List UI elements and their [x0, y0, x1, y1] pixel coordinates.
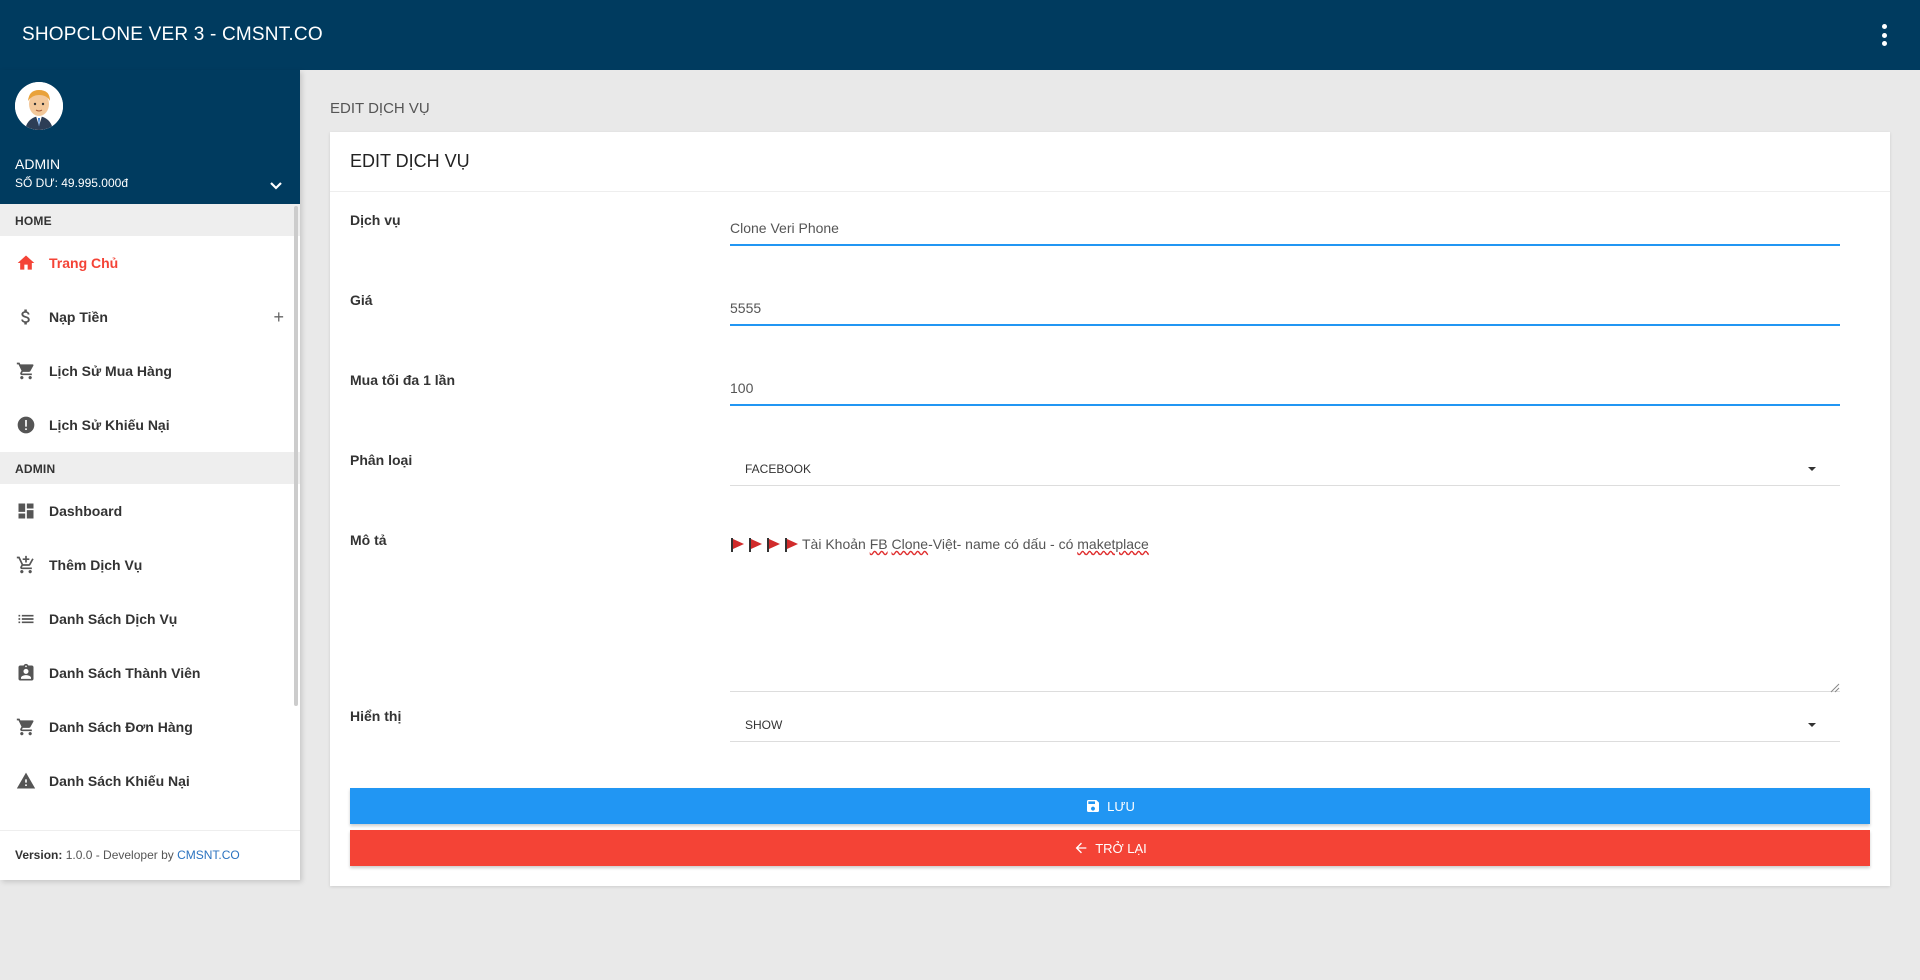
sidebar-item-label: Trang Chủ [49, 255, 119, 271]
home-icon [15, 252, 37, 274]
menu-header-home: HOME [0, 204, 300, 236]
max-buy-input[interactable] [730, 372, 1840, 406]
add-cart-icon [15, 554, 37, 576]
badge-icon [15, 662, 37, 684]
save-icon [1085, 798, 1101, 814]
sidebar-item-deposit[interactable]: Nạp Tiền + [0, 290, 300, 344]
save-button[interactable]: LƯU [350, 788, 1870, 824]
sidebar-item-complaint-list[interactable]: Danh Sách Khiếu Nại [0, 754, 300, 808]
sidebar-item-label: Danh Sách Khiếu Nại [49, 773, 190, 789]
more-vert-icon[interactable] [1880, 24, 1888, 46]
category-label: Phân loại [350, 452, 413, 468]
red-flag-icon [784, 538, 799, 553]
save-button-label: LƯU [1107, 798, 1135, 814]
sidebar-item-home[interactable]: Trang Chủ [0, 236, 300, 290]
warning-icon [15, 770, 37, 792]
display-selected: SHOW [745, 718, 783, 732]
dollar-icon [15, 306, 37, 328]
max-buy-label: Mua tối đa 1 lần [350, 372, 456, 388]
user-balance: SỐ DƯ: 49.995.000đ [15, 176, 128, 190]
red-flag-icon [766, 538, 781, 553]
price-input[interactable] [730, 292, 1840, 326]
app-title[interactable]: SHOPCLONE VER 3 - CMSNT.CO [22, 24, 323, 46]
service-input[interactable] [730, 212, 1840, 246]
page-title: EDIT DỊCH VỤ [330, 100, 430, 117]
sidebar-scrollbar[interactable] [294, 206, 298, 706]
cart-icon [15, 360, 37, 382]
display-label: Hiển thị [350, 708, 402, 724]
flag-icons [730, 538, 802, 553]
sidebar-item-label: Danh Sách Dịch Vụ [49, 611, 178, 627]
category-selected: FACEBOOK [745, 462, 812, 476]
cart-icon [15, 716, 37, 738]
back-button[interactable]: TRỞ LẠI [350, 830, 1870, 866]
display-select[interactable]: SHOW [730, 708, 1840, 742]
chevron-down-icon[interactable] [268, 178, 284, 194]
user-info-panel: ADMIN SỐ DƯ: 49.995.000đ [0, 70, 300, 204]
alert-circle-icon [15, 414, 37, 436]
sidebar-item-label: Nạp Tiền [49, 309, 108, 325]
service-field-wrap [730, 212, 1840, 246]
sidebar-item-dashboard[interactable]: Dashboard [0, 484, 300, 538]
red-flag-icon [730, 538, 745, 553]
version-label: Version: [15, 848, 63, 862]
sidebar-item-label: Dashboard [49, 503, 123, 519]
max-buy-field-wrap [730, 372, 1840, 406]
description-textarea[interactable]: Tài Khoản FB Clone-Việt- name có dấu - c… [730, 532, 1840, 693]
price-field-wrap [730, 292, 1840, 326]
dropdown-caret-icon [1808, 467, 1816, 471]
sidebar-item-purchase-history[interactable]: Lịch Sử Mua Hàng [0, 344, 300, 398]
price-label: Giá [350, 292, 373, 308]
resize-handle-icon[interactable] [1830, 680, 1840, 693]
display-field-wrap: SHOW [730, 708, 1840, 742]
description-word-clone: Clone [891, 536, 929, 552]
top-navbar: SHOPCLONE VER 3 - CMSNT.CO [0, 0, 1920, 70]
sidebar-item-member-list[interactable]: Danh Sách Thành Viên [0, 646, 300, 700]
sidebar: ADMIN SỐ DƯ: 49.995.000đ HOME Trang Chủ … [0, 70, 300, 880]
sidebar-item-label: Danh Sách Thành Viên [49, 665, 201, 681]
version-text: 1.0.0 - Developer by [62, 848, 178, 862]
description-label: Mô tả [350, 532, 387, 548]
description-field-wrap: Tài Khoản FB Clone-Việt- name có dấu - c… [730, 532, 1840, 693]
sidebar-item-label: Lịch Sử Mua Hàng [49, 363, 172, 379]
card-title: EDIT DỊCH VỤ [330, 132, 1890, 192]
sidebar-item-complaint-history[interactable]: Lịch Sử Khiếu Nại [0, 398, 300, 452]
dashboard-icon [15, 500, 37, 522]
category-field-wrap: FACEBOOK [730, 452, 1840, 486]
sidebar-item-label: Danh Sách Đơn Hàng [49, 719, 193, 735]
sidebar-item-add-service[interactable]: Thêm Dịch Vụ [0, 538, 300, 592]
red-flag-icon [748, 538, 763, 553]
description-word-fb: FB [869, 536, 888, 552]
expand-plus-icon[interactable]: + [273, 307, 284, 328]
list-icon [15, 608, 37, 630]
description-word-market: maketplace [1077, 536, 1149, 552]
description-text-1: Tài Khoản [802, 536, 870, 552]
avatar [15, 82, 63, 130]
version-footer: Version: 1.0.0 - Developer by CMSNT.CO [0, 830, 300, 880]
back-button-label: TRỞ LẠI [1095, 840, 1147, 856]
dropdown-caret-icon [1808, 723, 1816, 727]
service-label: Dịch vụ [350, 212, 401, 228]
menu-header-admin: ADMIN [0, 452, 300, 484]
arrow-left-icon [1073, 840, 1089, 856]
sidebar-item-label: Thêm Dịch Vụ [49, 557, 143, 573]
developer-link[interactable]: CMSNT.CO [177, 848, 240, 862]
user-name: ADMIN [15, 156, 61, 172]
sidebar-item-service-list[interactable]: Danh Sách Dịch Vụ [0, 592, 300, 646]
sidebar-item-order-list[interactable]: Danh Sách Đơn Hàng [0, 700, 300, 754]
category-select[interactable]: FACEBOOK [730, 452, 1840, 486]
description-text-2: -Việt- name có dấu - có [928, 536, 1078, 552]
sidebar-item-label: Lịch Sử Khiếu Nại [49, 417, 170, 433]
edit-service-card: EDIT DỊCH VỤ Dịch vụ Giá Mua tối đa 1 lầ… [330, 132, 1890, 886]
